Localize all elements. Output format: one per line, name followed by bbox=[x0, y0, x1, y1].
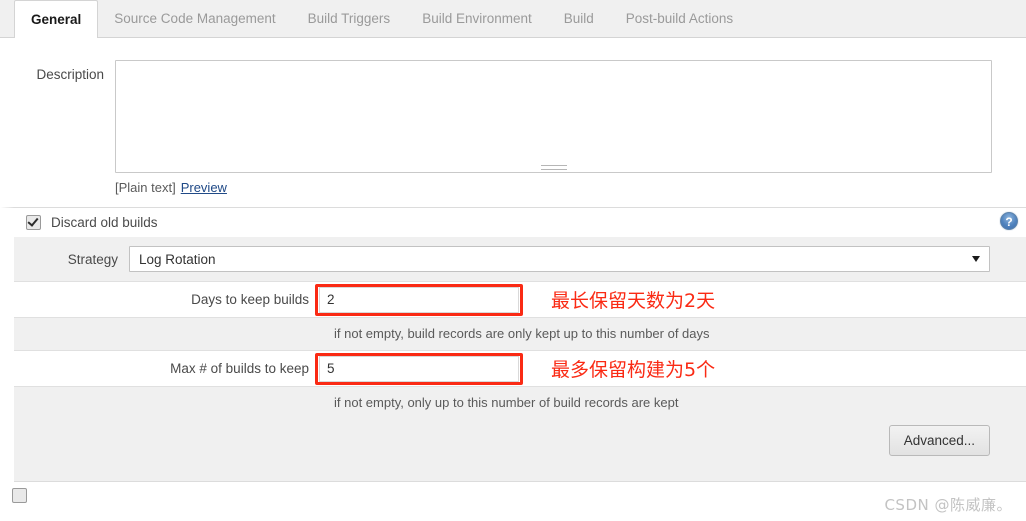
strategy-row: Strategy Log Rotation bbox=[14, 237, 1026, 281]
description-markup-row: [Plain text] Preview bbox=[0, 173, 1026, 207]
max-builds-to-keep-input-wrap: 5 最多保留构建为5个 bbox=[315, 351, 1026, 386]
chevron-down-icon bbox=[972, 256, 980, 262]
tab-build-label: Build bbox=[563, 11, 594, 26]
max-builds-to-keep-input[interactable]: 5 bbox=[319, 355, 519, 382]
tab-general-label: General bbox=[31, 12, 82, 27]
max-builds-to-keep-row: Max # of builds to keep 5 最多保留构建为5个 bbox=[14, 350, 1026, 387]
tab-build-triggers[interactable]: Build Triggers bbox=[292, 0, 407, 37]
max-builds-to-keep-label: Max # of builds to keep bbox=[170, 361, 309, 376]
tab-build[interactable]: Build bbox=[548, 0, 610, 37]
strategy-label: Strategy bbox=[67, 251, 118, 267]
strategy-selected-value: Log Rotation bbox=[139, 251, 216, 267]
days-to-keep-builds-input-wrap: 2 最长保留天数为2天 bbox=[315, 282, 1026, 317]
tab-post-build-actions[interactable]: Post-build Actions bbox=[610, 0, 749, 37]
days-to-keep-builds-row: Days to keep builds 2 最长保留天数为2天 bbox=[14, 281, 1026, 318]
description-label: Description bbox=[36, 67, 104, 82]
tab-post-build-actions-label: Post-build Actions bbox=[625, 11, 734, 26]
max-builds-help-text: if not empty, only up to this number of … bbox=[14, 387, 1026, 419]
days-to-keep-builds-input[interactable]: 2 bbox=[319, 286, 519, 313]
days-to-keep-builds-label: Days to keep builds bbox=[191, 292, 309, 307]
resize-grip-icon[interactable] bbox=[540, 165, 567, 170]
tab-build-environment-label: Build Environment bbox=[422, 11, 532, 26]
advanced-button-row: Advanced... bbox=[14, 419, 1026, 464]
tab-source-code-management-label: Source Code Management bbox=[114, 11, 276, 26]
tab-source-code-management[interactable]: Source Code Management bbox=[98, 0, 291, 37]
tab-build-triggers-label: Build Triggers bbox=[307, 11, 391, 26]
section-bottom-padding bbox=[14, 464, 1026, 482]
description-row: Description bbox=[0, 38, 1026, 173]
tab-general[interactable]: General bbox=[14, 0, 99, 38]
config-form: Description [Plain text] Preview Discard … bbox=[0, 38, 1026, 503]
description-textarea[interactable] bbox=[115, 60, 992, 173]
advanced-button[interactable]: Advanced... bbox=[888, 425, 990, 456]
tab-build-environment[interactable]: Build Environment bbox=[406, 0, 548, 37]
next-option-checkbox[interactable] bbox=[12, 488, 27, 503]
help-icon[interactable]: ? bbox=[1000, 212, 1018, 230]
markup-type-label: [Plain text] bbox=[115, 180, 176, 195]
description-field-wrap bbox=[115, 60, 1026, 173]
discard-old-builds-checkbox[interactable] bbox=[26, 215, 41, 230]
discard-old-builds-header: Discard old builds ? bbox=[14, 208, 1026, 237]
discard-old-builds-label: Discard old builds bbox=[51, 215, 158, 230]
max-builds-annotation: 最多保留构建为5个 bbox=[551, 359, 716, 381]
strategy-select[interactable]: Log Rotation bbox=[129, 246, 990, 272]
description-preview-link[interactable]: Preview bbox=[181, 180, 227, 195]
markup-info: [Plain text] Preview bbox=[115, 180, 227, 195]
days-to-keep-help-text: if not empty, build records are only kep… bbox=[14, 318, 1026, 350]
config-tab-bar: General Source Code Management Build Tri… bbox=[0, 0, 1026, 38]
next-option-row bbox=[0, 482, 1026, 503]
days-to-keep-annotation: 最长保留天数为2天 bbox=[551, 290, 716, 312]
discard-old-builds-section: Discard old builds ? Strategy Log Rotati… bbox=[0, 207, 1026, 482]
